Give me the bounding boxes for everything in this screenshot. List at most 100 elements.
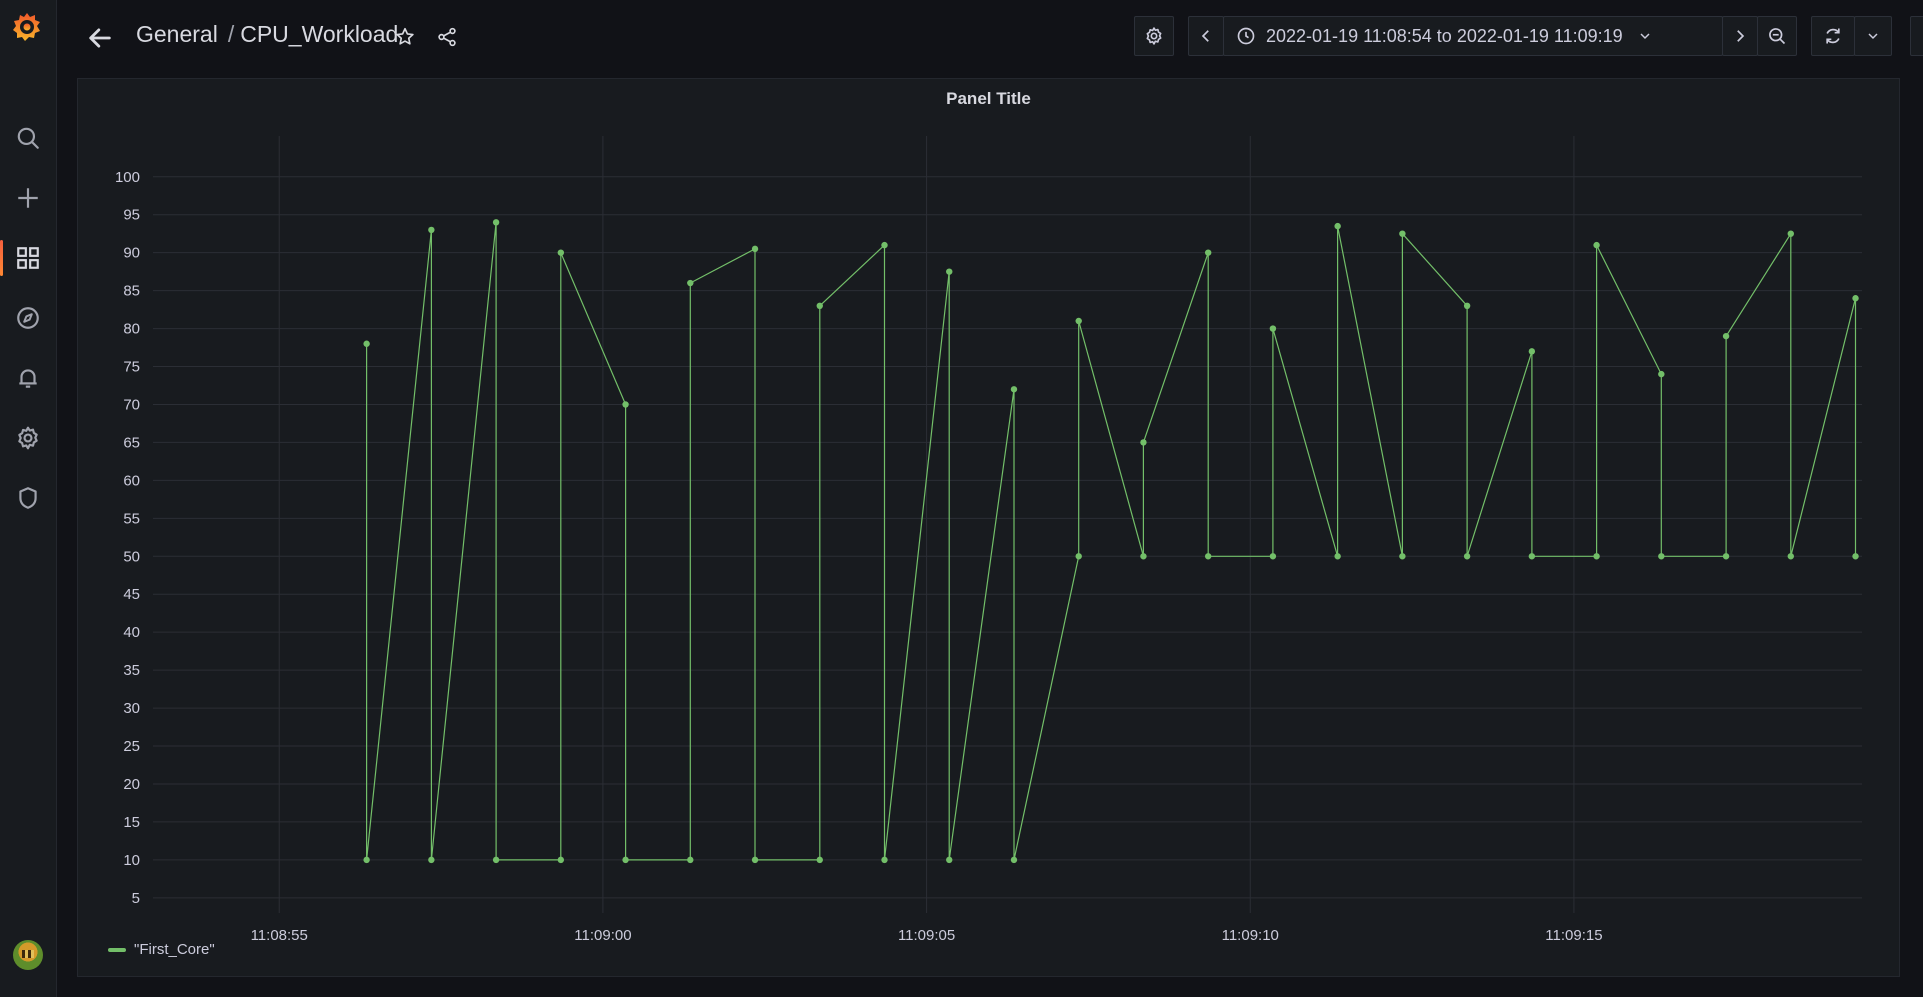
y-tick-label: 100	[115, 169, 140, 186]
y-tick-label: 30	[123, 700, 140, 717]
breadcrumb: General / CPU_Workload	[136, 21, 398, 48]
y-tick-label: 10	[123, 852, 140, 869]
data-point	[1593, 553, 1600, 560]
server-admin-shield-icon[interactable]	[0, 476, 56, 520]
graph-panel: Panel Title 5 10 15 20 25 30 35 40 45 50 55 60 65 70 7…	[77, 78, 1900, 977]
data-point	[1463, 553, 1471, 560]
y-tick-label: 80	[123, 321, 140, 338]
zoom-out-icon	[1769, 28, 1786, 45]
data-point	[1722, 332, 1730, 340]
y-tick-label: 95	[123, 207, 140, 224]
share-icon	[438, 27, 456, 47]
data-point	[687, 279, 694, 287]
data-point	[428, 856, 435, 864]
data-point	[881, 241, 888, 249]
time-range-label: 2022-01-19 11:08:54 to 2022-01-19 11:09:…	[1266, 25, 1623, 46]
search-icon[interactable]	[0, 116, 56, 160]
chevron-down-icon	[1868, 33, 1878, 40]
y-tick-label: 60	[123, 472, 140, 489]
favorite-button[interactable]	[390, 22, 420, 52]
time-series-chart[interactable]: 5 10 15 20 25 30 35 40 45 50 55 60 65 70 75 80 85 90 95 100…	[78, 79, 1901, 978]
data-point	[492, 856, 500, 864]
dashboard-settings-button[interactable]	[1134, 16, 1174, 56]
sync-icon	[1826, 28, 1840, 44]
y-tick-label: 15	[123, 814, 140, 831]
data-point	[1593, 241, 1600, 249]
data-point	[1852, 295, 1859, 302]
star-icon	[396, 27, 414, 45]
data-point	[363, 340, 370, 347]
x-tick-label: 11:09:00	[574, 927, 631, 944]
explore-icon[interactable]	[0, 296, 56, 340]
legend-swatch	[108, 947, 126, 952]
data-point	[1658, 553, 1665, 560]
time-range-picker[interactable]: 2022-01-19 11:08:54 to 2022-01-19 11:09:…	[1223, 16, 1723, 56]
sidebar	[0, 0, 57, 997]
data-point	[622, 401, 629, 408]
chevron-right-icon	[1737, 30, 1745, 42]
breadcrumb-folder[interactable]: General	[136, 21, 218, 47]
data-point	[557, 856, 565, 864]
time-shift-forward-button[interactable]	[1722, 16, 1758, 56]
x-tick-label: 11:09:15	[1545, 927, 1602, 944]
data-point	[1787, 230, 1794, 237]
series-line	[366, 221, 1857, 861]
data-point	[1140, 553, 1147, 560]
cog-icon	[1146, 27, 1162, 45]
y-tick-label: 90	[123, 245, 140, 262]
data-point	[1204, 249, 1212, 256]
x-tick-label: 11:08:55	[251, 927, 308, 944]
data-point	[816, 302, 823, 309]
arrow-left-icon	[89, 28, 111, 48]
legend-item[interactable]: "First_Core"	[108, 941, 215, 958]
y-tick-label: 75	[123, 359, 140, 376]
alerting-icon[interactable]	[0, 356, 56, 400]
data-point	[1787, 553, 1794, 560]
time-shift-back-button[interactable]	[1188, 16, 1224, 56]
data-point	[946, 856, 953, 864]
avatar[interactable]	[13, 940, 43, 970]
y-tick-label: 85	[123, 283, 140, 300]
clock-icon	[1237, 27, 1255, 45]
y-tick-label: 5	[132, 890, 140, 907]
grafana-logo-icon[interactable]	[10, 10, 44, 44]
data-point	[1528, 553, 1536, 560]
data-point	[428, 226, 435, 234]
y-tick-label: 55	[123, 510, 140, 527]
data-point	[1140, 439, 1147, 446]
breadcrumb-separator: /	[227, 21, 235, 47]
data-point	[492, 219, 500, 226]
y-tick-label: 50	[123, 548, 140, 565]
dashboards-icon[interactable]	[0, 236, 56, 280]
data-point	[1334, 222, 1341, 230]
data-point	[1528, 348, 1536, 355]
chevron-left-icon	[1201, 30, 1209, 42]
configuration-icon[interactable]	[0, 416, 56, 460]
data-point	[1075, 317, 1082, 325]
data-point	[751, 245, 759, 253]
data-point	[816, 856, 823, 864]
data-point	[1010, 856, 1018, 864]
plus-icon[interactable]	[0, 176, 56, 220]
data-point	[1399, 230, 1406, 237]
data-point	[946, 268, 953, 275]
zoom-out-button[interactable]	[1757, 16, 1797, 56]
dashboard-title[interactable]: CPU_Workload	[240, 21, 398, 47]
legend-label: "First_Core"	[134, 941, 215, 958]
data-point	[751, 856, 759, 864]
data-point	[1334, 553, 1341, 560]
refresh-button[interactable]	[1811, 16, 1855, 56]
y-tick-label: 25	[123, 738, 140, 755]
back-button[interactable]	[82, 20, 118, 56]
x-tick-label: 11:09:05	[898, 927, 955, 944]
refresh-interval-dropdown[interactable]	[1854, 16, 1892, 56]
data-point	[1204, 553, 1212, 560]
y-tick-label: 35	[123, 662, 140, 679]
share-button[interactable]	[432, 22, 462, 52]
data-point	[1075, 553, 1082, 560]
view-mode-button[interactable]	[1910, 16, 1923, 56]
data-point	[1269, 325, 1277, 332]
x-tick-label: 11:09:10	[1222, 927, 1279, 944]
y-tick-label: 40	[123, 624, 140, 641]
data-point	[1399, 553, 1406, 560]
